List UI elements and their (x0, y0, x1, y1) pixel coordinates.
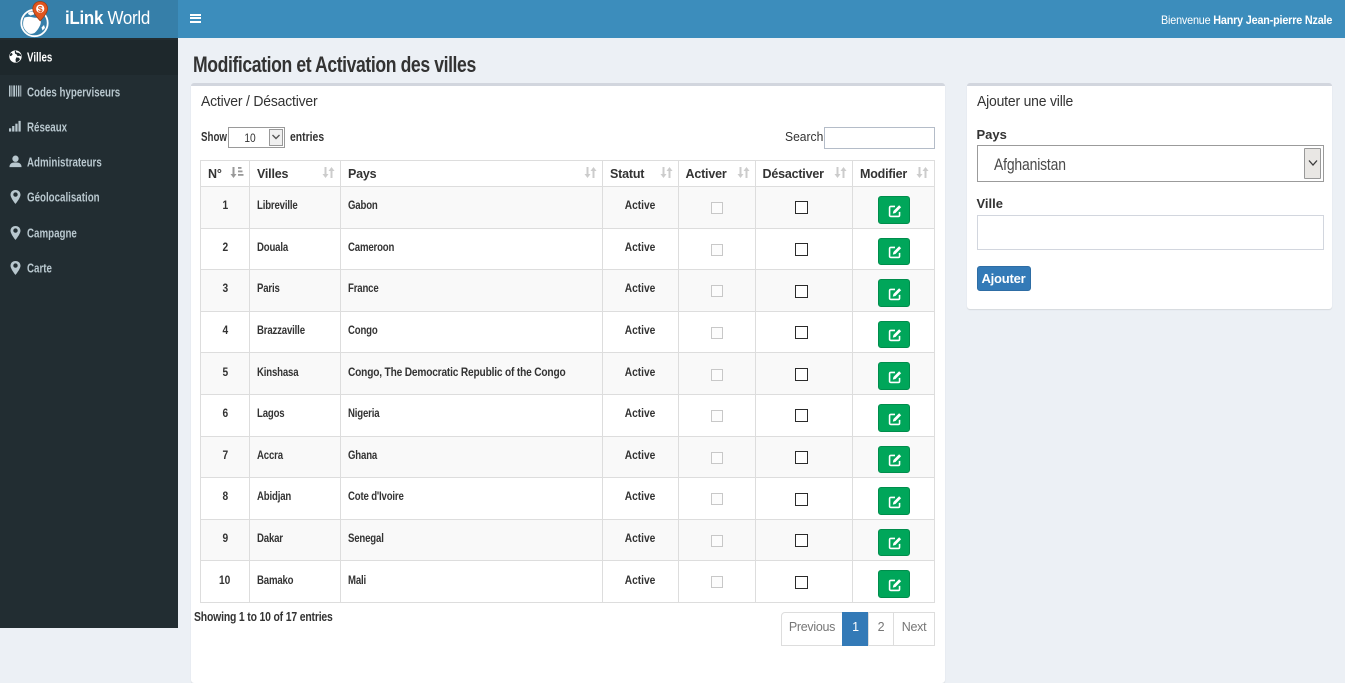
svg-text:$: $ (38, 4, 43, 14)
